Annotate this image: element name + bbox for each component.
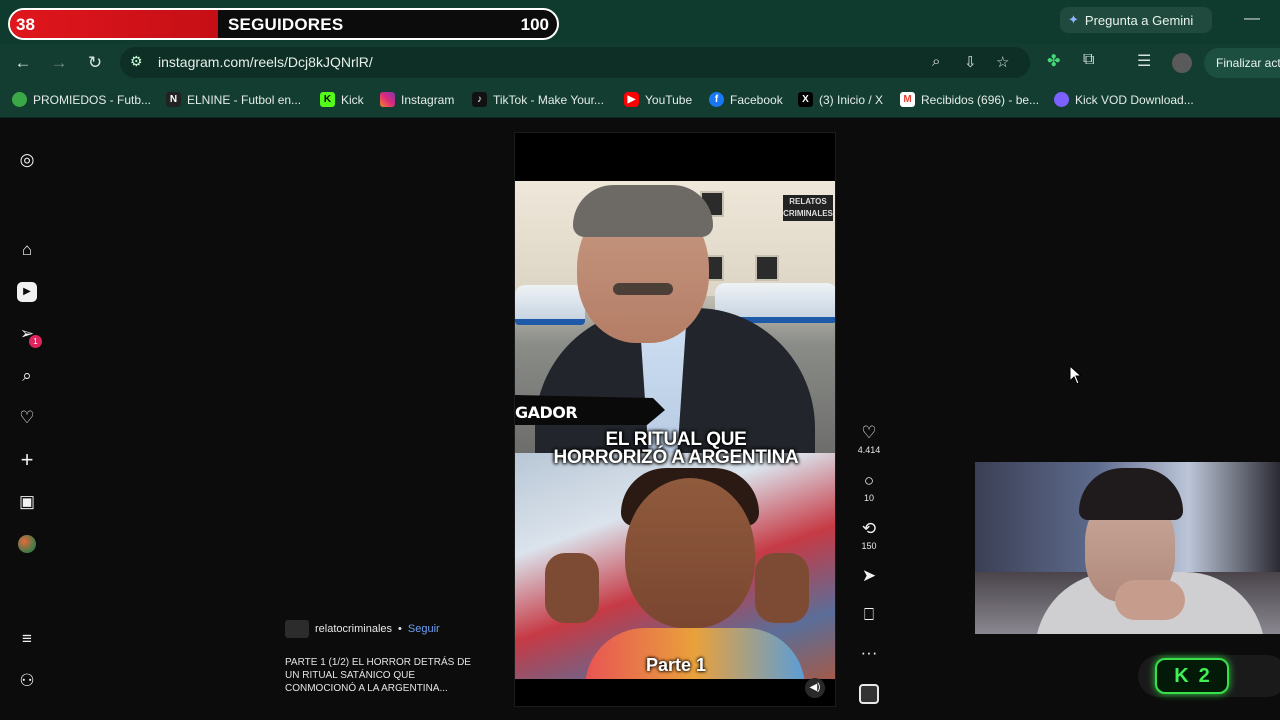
gemini-label: Pregunta a Gemini [1084, 12, 1194, 28]
more-options-button[interactable]: ··· [852, 643, 886, 663]
x-icon: X [798, 92, 813, 107]
reel-bottom-bar [515, 679, 835, 706]
bookmark-promiedos[interactable]: PROMIEDOS - Futb... [12, 92, 151, 107]
instagram-icon [380, 92, 395, 107]
comment-count: 10 [863, 493, 874, 503]
kick-logo-icon: K [1174, 664, 1189, 687]
messages-notification-badge: 1 [29, 335, 42, 348]
man-hair [573, 185, 713, 237]
kick-icon: K [320, 92, 335, 107]
more-menu-icon[interactable]: ≡ [17, 629, 37, 649]
bookmark-instagram[interactable]: Instagram [380, 92, 454, 107]
bookmark-icon: ⎕ [863, 605, 875, 624]
share-button[interactable]: ➤ [852, 566, 886, 586]
bookmark-kick[interactable]: K Kick [320, 92, 364, 107]
comment-button[interactable]: ○ 10 [852, 471, 886, 503]
gemini-sparkle-icon: ✦ [1068, 12, 1079, 27]
followers-goal: 100 [520, 15, 549, 34]
repost-count: 150 [861, 541, 877, 551]
search-icon[interactable]: ⌕ [932, 53, 940, 70]
gmail-icon: M [900, 92, 915, 107]
bookmark-elnine[interactable]: N ELNINE - Futbol en... [166, 92, 301, 107]
promiedos-icon [12, 92, 27, 107]
notifications-heart-icon[interactable]: ♡ [17, 408, 37, 428]
reel-headline: EL RITUAL QUE HORRORIZÓ A ARGENTINA [515, 430, 835, 468]
bookmark-star-icon[interactable]: ☆ [996, 53, 1009, 71]
streamer-hand [1115, 580, 1185, 620]
owner-avatar[interactable] [285, 620, 309, 638]
search-icon[interactable]: ⌕ [17, 366, 37, 386]
kid-face [625, 478, 755, 628]
comment-bubble-icon: ○ [863, 471, 875, 490]
install-app-icon[interactable]: ⇩ [964, 53, 977, 71]
kick-viewer-badge: K 2 [1155, 658, 1229, 694]
kid-hand-right [755, 553, 809, 623]
followers-goal-bar: 38 SEGUIDORES 100 [8, 8, 559, 40]
reload-icon[interactable]: ↻ [82, 51, 108, 75]
reading-list-icon[interactable]: ☰ [1137, 51, 1151, 71]
create-plus-icon[interactable]: + [17, 449, 37, 471]
relatos-criminales-logo: RELATOS CRIMINALES [783, 195, 833, 221]
like-button[interactable]: ♡ 4.414 [852, 423, 886, 455]
forward-arrow-icon[interactable]: → [46, 51, 72, 75]
part-label: Parte 1 [645, 655, 707, 675]
bookmark-kick-vod[interactable]: Kick VOD Download... [1054, 92, 1194, 107]
elnine-icon: N [166, 92, 181, 107]
back-arrow-icon[interactable]: ← [10, 51, 36, 75]
follow-button[interactable]: Seguir [408, 623, 440, 635]
meta-apps-icon[interactable]: ⚇ [17, 671, 37, 691]
send-paper-plane-icon: ➤ [861, 566, 877, 585]
tiktok-icon: ♪ [472, 92, 487, 107]
headline-line-2: HORRORIZÓ A ARGENTINA [553, 447, 799, 468]
extension-clover-icon[interactable]: ✤ [1047, 51, 1060, 71]
mute-audio-icon[interactable]: ◀) [805, 678, 825, 698]
bookmark-tiktok[interactable]: ♪ TikTok - Make Your... [472, 92, 604, 107]
police-car [515, 285, 585, 325]
followers-progress-fill [10, 10, 218, 38]
home-icon[interactable]: ⌂ [17, 240, 37, 260]
heart-icon: ♡ [861, 423, 877, 442]
bookmark-youtube[interactable]: ▶ YouTube [624, 92, 692, 107]
followers-current: 38 [16, 15, 35, 34]
save-button[interactable]: ⎕ [852, 605, 886, 625]
minimize-window-button[interactable]: — [1240, 8, 1264, 32]
kid-hand-left [545, 553, 599, 623]
repost-button[interactable]: ⟲ 150 [852, 519, 886, 551]
owner-username[interactable]: relatocriminales [315, 623, 392, 635]
followers-label: SEGUIDORES [228, 15, 344, 34]
kick-vod-icon [1054, 92, 1069, 107]
owner-separator: • [398, 623, 402, 635]
like-count: 4.414 [857, 445, 881, 455]
building-window [755, 255, 779, 281]
reel-caption[interactable]: PARTE 1 (1/2) EL HORROR DETRÁS DE UN RIT… [285, 656, 485, 695]
site-settings-icon[interactable]: ⚙ [130, 53, 143, 70]
streamer-webcam [975, 462, 1280, 634]
reel-owner: relatocriminales • Seguir [285, 620, 440, 638]
ellipsis-icon: ··· [860, 643, 878, 662]
youtube-icon: ▶ [624, 92, 639, 107]
extensions-puzzle-icon[interactable]: ⧉ [1083, 51, 1094, 69]
reels-icon[interactable]: ▶ [17, 282, 37, 302]
mouse-cursor-icon [1069, 365, 1083, 385]
address-bar[interactable]: ⚙ instagram.com/reels/Dcj8kJQNrlR/ ⌕ ⇩ ☆ [120, 47, 1030, 78]
kick-badge-count: 2 [1198, 664, 1210, 687]
instagram-logo-icon[interactable]: ◎ [17, 150, 37, 170]
man-mustache [613, 283, 673, 295]
brush-banner-text: GADOR [515, 403, 578, 422]
dashboard-icon[interactable]: ▣ [17, 492, 37, 512]
audio-track-thumbnail[interactable] [859, 684, 879, 704]
facebook-icon: f [709, 92, 724, 107]
reel-video[interactable]: RELATOS CRIMINALES GADOR EL RITUAL QUE H… [514, 132, 836, 707]
address-url[interactable]: instagram.com/reels/Dcj8kJQNrlR/ [158, 54, 373, 70]
profile-avatar[interactable] [1172, 53, 1192, 73]
gemini-button[interactable]: ✦ Pregunta a Gemini [1060, 7, 1212, 33]
repost-icon: ⟲ [861, 519, 877, 538]
bookmark-facebook[interactable]: f Facebook [709, 92, 783, 107]
bookmark-x[interactable]: X (3) Inicio / X [798, 92, 883, 107]
bookmark-gmail[interactable]: M Recibidos (696) - be... [900, 92, 1039, 107]
finalizar-update-button[interactable]: Finalizar act [1204, 48, 1280, 78]
profile-avatar[interactable] [18, 535, 36, 553]
